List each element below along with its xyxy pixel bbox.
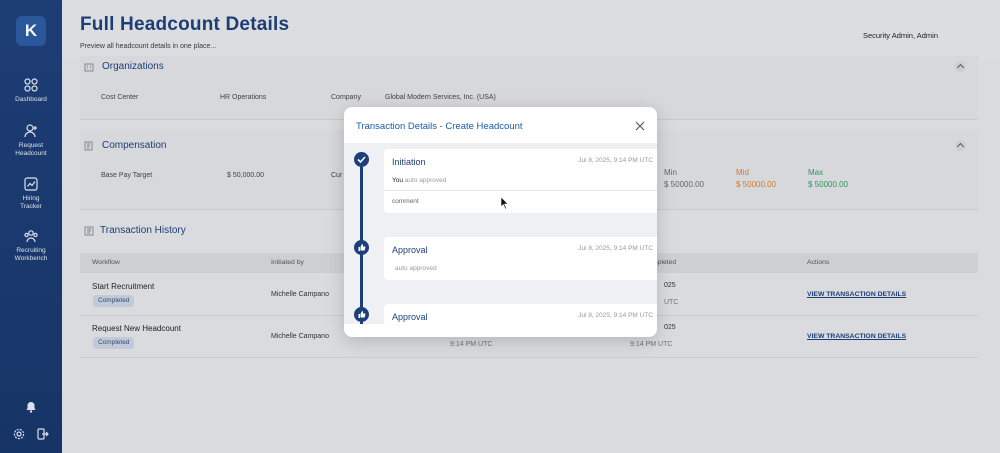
step-note: You auto approved bbox=[392, 177, 446, 184]
timeline-step-initiation: Initiation Jul 8, 2025, 9:14 PM UTC You … bbox=[384, 149, 657, 213]
mouse-cursor-icon bbox=[501, 197, 509, 209]
modal-title: Transaction Details - Create Headcount bbox=[356, 121, 523, 132]
thumbs-up-icon bbox=[358, 244, 366, 251]
timeline-step-approval: Approval Jul 8, 2025, 9:14 PM UTC auto a… bbox=[384, 237, 657, 280]
step-complete-dot bbox=[354, 152, 369, 167]
step-note: auto approved bbox=[395, 265, 437, 272]
step-title: Initiation bbox=[392, 157, 426, 167]
transaction-details-modal: Transaction Details - Create Headcount I… bbox=[344, 107, 657, 337]
step-time: Jul 8, 2025, 9:14 PM UTC bbox=[578, 312, 653, 319]
divider bbox=[384, 190, 657, 191]
timeline-panel[interactable]: Initiation Jul 8, 2025, 9:14 PM UTC You … bbox=[344, 143, 657, 324]
check-icon bbox=[357, 156, 366, 164]
thumbs-up-icon bbox=[358, 311, 366, 318]
timeline-step-approval: Approval Jul 8, 2025, 9:14 PM UTC bbox=[384, 304, 657, 324]
step-approval-dot bbox=[354, 307, 369, 322]
step-title: Approval bbox=[392, 245, 428, 255]
step-title: Approval bbox=[392, 312, 428, 322]
step-actor: You bbox=[392, 177, 403, 184]
step-time: Jul 8, 2025, 9:14 PM UTC bbox=[578, 245, 653, 252]
step-note-text: auto approved bbox=[404, 177, 447, 184]
close-icon[interactable] bbox=[635, 121, 645, 131]
step-approval-dot bbox=[354, 240, 369, 255]
step-comment: comment bbox=[392, 198, 419, 205]
step-time: Jul 8, 2025, 9:14 PM UTC bbox=[578, 157, 653, 164]
